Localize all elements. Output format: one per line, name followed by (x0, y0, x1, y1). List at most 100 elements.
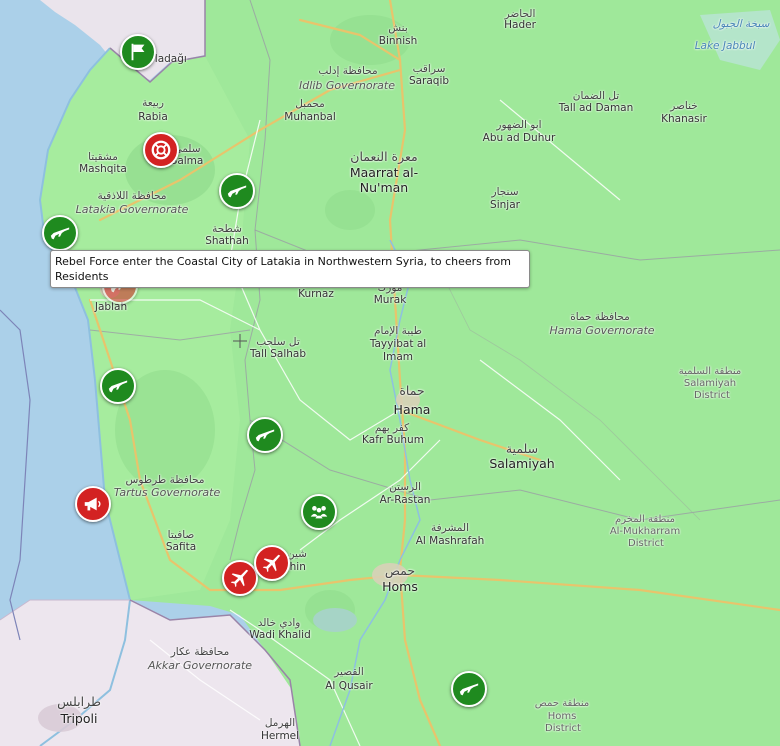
place-label-ar-rastan-ar: الرستن (389, 481, 421, 493)
place-label-al-qusair-ar: القصير (334, 666, 364, 678)
place-label-idlib-gov-ar: محافظة إدلب (318, 65, 378, 77)
place-label-binnish: Binnish (378, 35, 418, 47)
place-label-tayyibat-1: Tayyibat al (369, 338, 427, 350)
place-label-salamiyah-dist-1: Salamiyah (683, 378, 737, 389)
place-label-sinjar: Sinjar (490, 199, 520, 211)
place-label-khanasir: Khanasir (661, 113, 707, 125)
place-label-lake-jabbul: Lake Jabbul (694, 40, 756, 52)
place-label-tall-ad-daman: Tall ad Daman (558, 102, 634, 114)
marker-airport-east[interactable] (254, 545, 290, 581)
tooltip-text: Rebel Force enter the Coastal City of La… (55, 255, 512, 283)
place-label-homs-dist-1: Homs (547, 711, 577, 722)
place-label-al-mashrafah: Al Mashrafah (415, 535, 485, 547)
place-label-mashqita-ar: مشقيتا (88, 151, 118, 163)
place-label-hader: Hader (504, 19, 536, 31)
place-label-tall-ad-daman-ar: تل الضمان (572, 90, 620, 102)
place-label-idlib-gov: Idlib Governorate (299, 79, 395, 92)
marker-shathah[interactable] (219, 173, 255, 209)
place-label-maarrat-ar: معرة النعمان (350, 149, 418, 164)
place-label-safita-ar: صافيتا (167, 529, 195, 541)
marker-latakia-coast[interactable] (42, 215, 78, 251)
place-label-maarrat-1: Maarrat al- (349, 165, 419, 180)
place-label-wadi-khalid-ar: وادي خالد (257, 617, 301, 629)
place-label-hermel-ar: الهرمل (264, 717, 296, 729)
rifle-icon (458, 678, 480, 700)
place-label-rabia-ar: ربيعة (142, 97, 164, 109)
place-label-salamiyah-dist-ar: منطقة السلمية (678, 366, 742, 377)
place-label-hama-gov: Hama Governorate (549, 324, 655, 337)
marker-salma[interactable] (143, 132, 179, 168)
place-label-abu-ad-duhur: Abu ad Duhur (482, 132, 556, 144)
marker-homs-east[interactable] (451, 671, 487, 707)
place-label-tartus-gov: Tartus Governorate (113, 486, 221, 499)
place-label-shathah: Shathah (205, 235, 249, 247)
place-label-lake-jabbul-ar: سبخة الجبول (712, 18, 770, 30)
marker-tartus[interactable] (75, 486, 111, 522)
place-label-hama-gov-ar: محافظة حماة (570, 311, 630, 323)
place-label-kurnaz: Kurnaz (298, 288, 334, 300)
place-label-tall-salhab-ar: تل سلحب (256, 336, 300, 348)
event-tooltip: Rebel Force enter the Coastal City of La… (50, 250, 530, 288)
marker-masyaf[interactable] (247, 417, 283, 453)
place-label-hermel: Hermel (260, 730, 300, 742)
place-label-tall-salhab: Tall Salhab (249, 348, 307, 360)
map-canvas[interactable]: الحاضر Hader بنش Binnish محافظة إدلب Idlib Go… (0, 0, 780, 746)
place-label-tayyibat-2: Imam (383, 351, 413, 363)
rifle-icon (226, 180, 248, 202)
place-label-al-qusair: Al Qusair (325, 680, 373, 692)
place-label-mashqita: Mashqita (79, 163, 127, 175)
marker-ar-rastan[interactable] (301, 494, 337, 530)
place-label-tartus-gov-ar: محافظة طرطوس (125, 474, 205, 486)
place-label-ar-rastan: Ar-Rastan (379, 494, 431, 506)
place-label-saraqib: Saraqib (408, 75, 450, 87)
marker-baniyas[interactable] (100, 368, 136, 404)
place-label-kafr-buhum: Kafr Buhum (362, 434, 424, 446)
plane-icon (261, 552, 283, 574)
lake-qattinah (313, 608, 357, 632)
rifle-icon (49, 222, 71, 244)
place-label-rabia: Rabia (138, 111, 168, 123)
place-label-tayyibat-ar: طيبة الإمام (374, 325, 422, 337)
place-label-binnish-ar: بنش (388, 22, 408, 34)
place-label-muhanbal: Muhanbal (284, 111, 336, 123)
place-label-hama: Hama (393, 402, 431, 417)
marker-airport-west[interactable] (222, 560, 258, 596)
place-label-al-mashrafah-ar: المشرفة (431, 522, 469, 534)
place-label-wadi-khalid: Wadi Khalid (249, 629, 311, 641)
place-label-murak: Murak (373, 294, 407, 306)
place-label-sinjar-ar: سنجار (491, 186, 519, 198)
lifebuoy-icon (150, 139, 172, 161)
megaphone-icon (82, 493, 104, 515)
marker-yayladagi[interactable] (120, 34, 156, 70)
place-label-homs-ar: حمص (384, 563, 416, 578)
flag-icon (127, 41, 149, 63)
place-label-khanasir-ar: خناصر (670, 100, 698, 112)
place-label-mukharram-dist-ar: منطقة المخرم (615, 514, 675, 525)
place-label-salamiyah-ar: سلمية (505, 441, 539, 456)
place-label-sasin-ar: شين (287, 548, 307, 560)
place-label-tripoli: Tripoli (60, 711, 98, 726)
place-label-mukharram-dist-1: Al-Mukharram (609, 526, 681, 537)
place-label-latakia-gov-ar: محافظة اللاذقية (97, 190, 167, 202)
place-label-akkar-gov-ar: محافظة عكار (170, 646, 230, 658)
place-label-tripoli-ar: طرابلس (57, 694, 101, 709)
place-label-shathah-ar: شطحة (212, 223, 242, 235)
rifle-icon (107, 375, 129, 397)
place-label-maarrat-2: Nu'man (359, 180, 409, 195)
place-label-abu-ad-duhur-ar: ابو الضهور (496, 119, 542, 131)
place-label-akkar-gov: Akkar Governorate (147, 659, 253, 672)
place-label-salamiyah: Salamiyah (489, 456, 555, 471)
place-label-homs: Homs (382, 579, 418, 594)
place-label-latakia-gov: Latakia Governorate (75, 203, 189, 216)
place-label-mukharram-dist-2: District (628, 538, 664, 549)
place-label-homs-dist-2: District (545, 723, 581, 734)
place-label-hama-ar: حماة (399, 383, 425, 398)
people-icon (308, 501, 330, 523)
place-label-safita: Safita (165, 541, 197, 553)
place-label-muhanbal-ar: محمبل (295, 98, 325, 110)
place-label-homs-dist-ar: منطقة حمص (534, 698, 590, 709)
place-label-salamiyah-dist-2: District (694, 390, 730, 401)
place-label-saraqib-ar: سراقب (412, 63, 446, 75)
rifle-icon (254, 424, 276, 446)
plane-icon (229, 567, 251, 589)
